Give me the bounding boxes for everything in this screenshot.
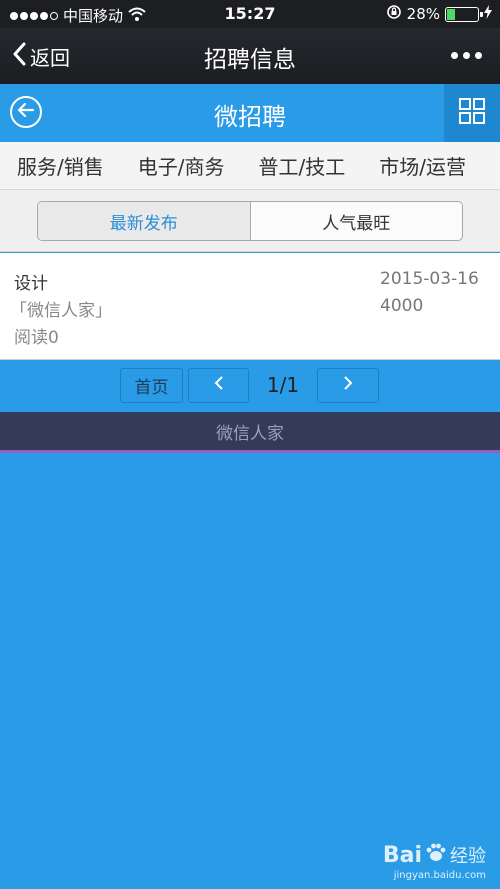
job-list-item[interactable]: 设计 「微信人家」 阅读0 2015-03-16 4000 [0, 253, 500, 360]
battery-area: 28% [386, 4, 492, 24]
read-count: 阅读0 [14, 328, 59, 348]
segmented-control: 最新发布 人气最旺 [37, 201, 463, 241]
job-title: 设计 [14, 274, 48, 294]
category-general-labor[interactable]: 普工/技工 [242, 151, 363, 180]
watermark-url: jingyan.baidu.com [393, 870, 486, 881]
chevron-right-icon [343, 375, 353, 396]
page-indicator: 1/1 [266, 373, 300, 397]
paw-icon [425, 841, 447, 869]
page-title: 招聘信息 [204, 47, 296, 73]
chevron-left-icon [214, 375, 224, 396]
nav-bar: 返回 招聘信息 [0, 28, 500, 84]
next-page-button[interactable] [317, 368, 379, 403]
watermark-brand: Bai [382, 842, 422, 868]
salary: 4000 [380, 296, 424, 316]
status-bar: 中国移动 15:27 28% [0, 0, 500, 28]
company-name: 「微信人家」 [10, 301, 112, 321]
grid-menu-button[interactable] [444, 84, 500, 142]
watermark-brand-suffix: 经验 [450, 846, 486, 867]
tab-latest[interactable]: 最新发布 [38, 202, 251, 240]
header-title: 微招聘 [214, 103, 286, 131]
category-marketing-ops[interactable]: 市场/运营 [362, 151, 483, 180]
battery-icon [445, 6, 483, 22]
rotation-lock-icon [386, 4, 402, 24]
grid-icon [459, 98, 485, 128]
first-page-button[interactable]: 首页 [120, 368, 183, 403]
baidu-jingyan-watermark: Bai 经验 jingyan.baidu.com [383, 841, 486, 882]
watermark-logo: Bai 经验 [383, 841, 486, 869]
footer: 微信人家 [0, 412, 500, 453]
more-options-icon[interactable] [451, 52, 482, 59]
header-bar: 微招聘 [0, 84, 500, 142]
pagination: 首页 1/1 [0, 360, 500, 412]
previous-page-button[interactable] [188, 368, 249, 403]
charging-icon [484, 5, 492, 23]
category-bar: 服务/销售 电子/商务 普工/技工 市场/运营 [0, 142, 500, 190]
tab-popular[interactable]: 人气最旺 [251, 202, 463, 240]
category-service-sales[interactable]: 服务/销售 [0, 151, 121, 180]
category-ecommerce[interactable]: 电子/商务 [121, 151, 242, 180]
tab-area: 最新发布 人气最旺 [0, 190, 500, 252]
battery-percent: 28% [406, 5, 440, 23]
post-date: 2015-03-16 [380, 269, 479, 289]
